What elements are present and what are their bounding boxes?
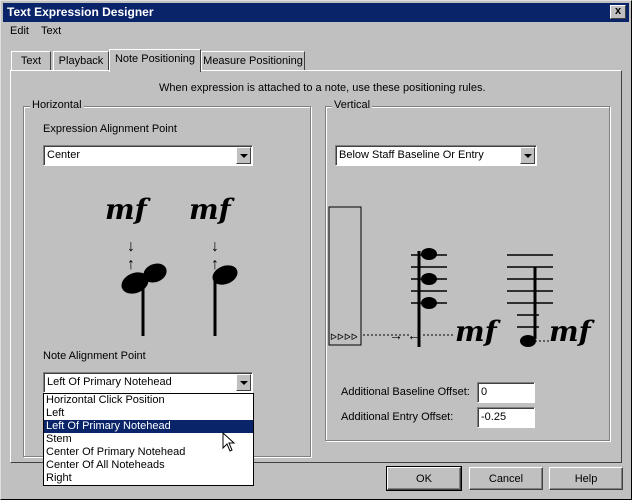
- staff-baseline-box: [328, 206, 362, 346]
- tab-note-positioning[interactable]: Note Positioning: [109, 49, 201, 72]
- expression-alignment-label: Expression Alignment Point: [43, 123, 177, 135]
- chevron-down-icon[interactable]: [520, 147, 535, 164]
- vertical-illustration: ᐅᐅᐅᐅ → ← mf mf: [328, 206, 596, 348]
- baseline-offset-value: 0: [481, 386, 488, 398]
- baseline-offset-label: Additional Baseline Offset:: [341, 386, 470, 398]
- entry-offset-field[interactable]: -0.25: [477, 407, 535, 428]
- chord-note-3: [421, 297, 437, 309]
- help-button[interactable]: Help: [549, 467, 623, 490]
- baseline-offset-field[interactable]: 0: [477, 382, 535, 403]
- arrow-down-left: ↓: [127, 238, 135, 255]
- close-icon: x: [614, 5, 622, 17]
- triangle-markers: ᐅᐅᐅᐅ: [330, 332, 358, 342]
- tab-measure-positioning-label: Measure Positioning: [203, 55, 303, 67]
- chevron-down-icon[interactable]: [236, 374, 251, 391]
- arrow-right: →: [389, 327, 403, 343]
- tab-playback[interactable]: Playback: [53, 51, 109, 71]
- menu-edit[interactable]: Edit: [10, 25, 29, 37]
- mf-dynamic-right: mf: [189, 193, 236, 226]
- mouse-cursor-icon: [222, 432, 236, 452]
- ok-button[interactable]: OK: [386, 466, 462, 491]
- arrow-up-left: ↑: [127, 256, 135, 273]
- staff-2: [507, 254, 553, 328]
- horizontal-group-label: Horizontal: [30, 99, 84, 111]
- mf-dynamic-left: mf: [105, 193, 152, 226]
- note-alignment-label: Note Alignment Point: [43, 350, 146, 362]
- entry-offset-value: -0.25: [481, 411, 507, 423]
- help-button-label: Help: [574, 473, 598, 485]
- option-center-of-all-noteheads[interactable]: Center Of All Noteheads: [44, 459, 253, 472]
- menu-text[interactable]: Text: [41, 25, 61, 37]
- vertical-group-label: Vertical: [332, 99, 373, 111]
- expression-alignment-value: Center: [47, 149, 81, 161]
- close-button[interactable]: x: [610, 5, 626, 19]
- chord-note-1: [421, 248, 437, 260]
- tab-note-positioning-label: Note Positioning: [114, 53, 196, 65]
- cancel-button-label: Cancel: [488, 473, 524, 485]
- cancel-button[interactable]: Cancel: [469, 467, 543, 490]
- tab-text-label: Text: [20, 55, 42, 67]
- mf-dynamic-vertical-1: mf: [455, 315, 502, 348]
- horizontal-illustration: mf mf ↓ ↑ ↓ ↑: [105, 193, 238, 336]
- tab-text[interactable]: Text: [11, 51, 51, 71]
- window-title: Text Expression Designer: [7, 5, 154, 19]
- arrow-down-right: ↓: [211, 238, 219, 255]
- dialog-window: Text Expression Designer x Edit Text Tex…: [0, 0, 632, 500]
- title-bar[interactable]: Text Expression Designer x: [3, 3, 629, 22]
- menu-bar: Edit Text: [3, 23, 629, 41]
- mf-dynamic-vertical-2: mf: [549, 315, 596, 348]
- tab-playback-label: Playback: [58, 55, 104, 67]
- vertical-position-value: Below Staff Baseline Or Entry: [339, 149, 484, 161]
- instruction-text: When expression is attached to a note, u…: [159, 82, 486, 94]
- chord-note-2: [421, 273, 437, 285]
- vertical-position-select[interactable]: Below Staff Baseline Or Entry: [335, 145, 537, 166]
- note-alignment-value: Left Of Primary Notehead: [47, 376, 172, 388]
- ok-button-label: OK: [416, 473, 432, 485]
- note-alignment-select[interactable]: Left Of Primary Notehead: [43, 372, 253, 393]
- tab-measure-positioning[interactable]: Measure Positioning: [201, 51, 305, 71]
- option-right[interactable]: Right: [44, 472, 253, 485]
- option-left[interactable]: Left: [44, 407, 253, 420]
- low-note-head: [520, 335, 536, 347]
- entry-offset-label: Additional Entry Offset:: [341, 411, 454, 423]
- expression-alignment-select[interactable]: Center: [43, 145, 253, 166]
- chevron-down-icon[interactable]: [236, 147, 251, 164]
- option-horizontal-click-position[interactable]: Horizontal Click Position: [44, 394, 253, 407]
